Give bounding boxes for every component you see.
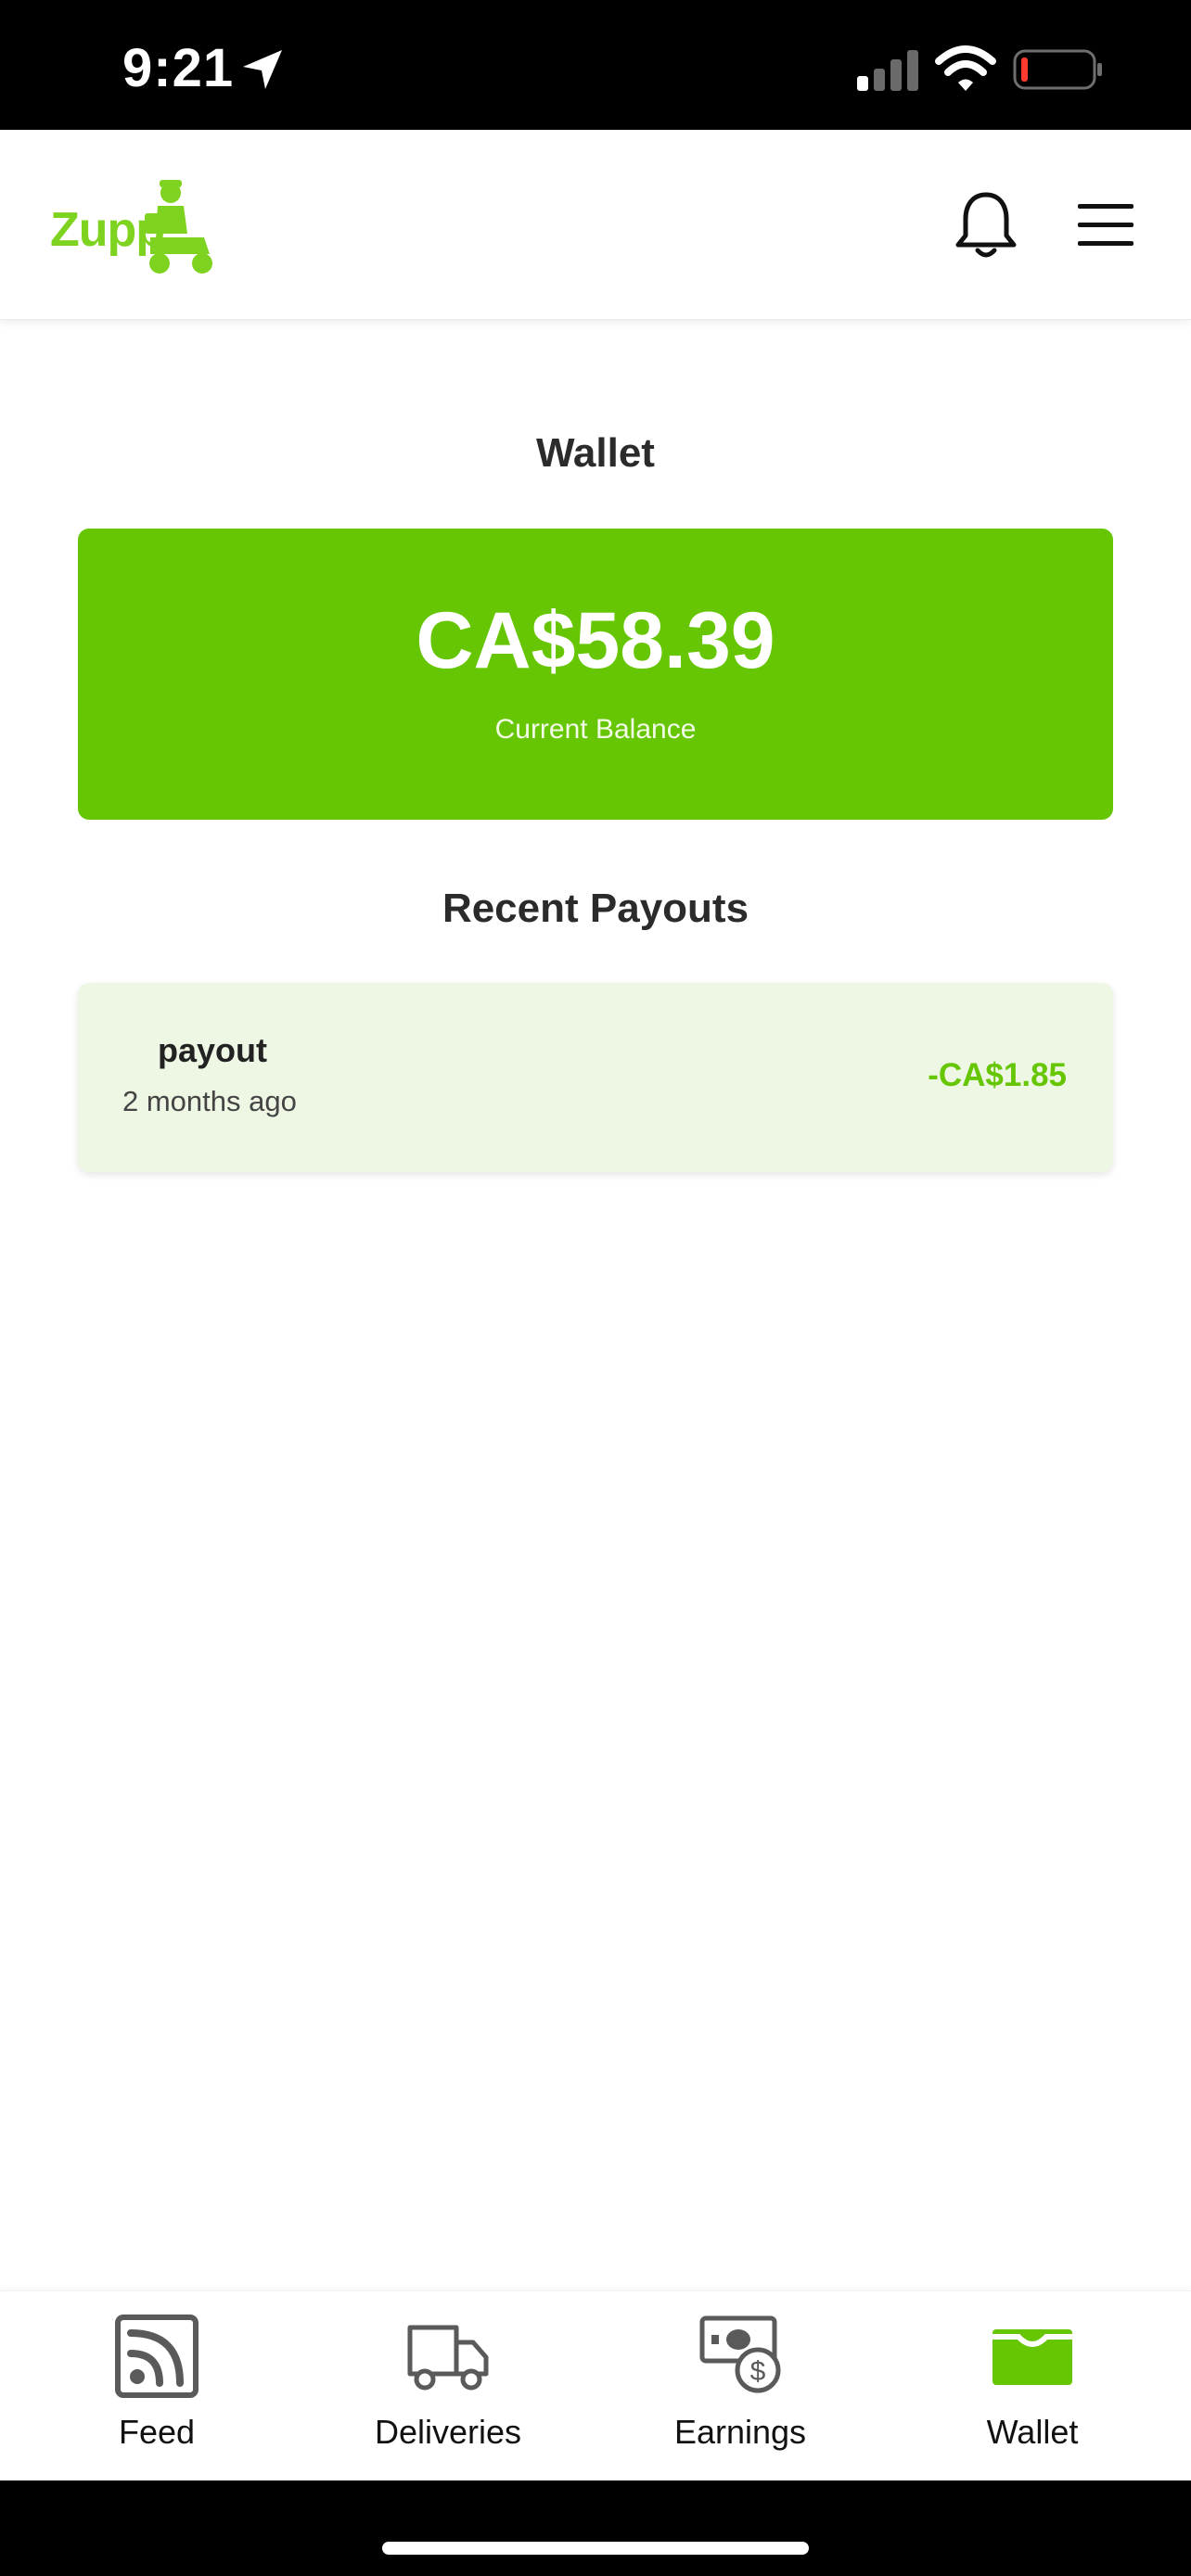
bell-icon[interactable] — [954, 189, 1018, 261]
wifi-icon — [935, 45, 996, 91]
tab-label-earnings: Earnings — [673, 2413, 807, 2451]
money-bill-icon: $ — [699, 2315, 781, 2393]
delivery-scooter-icon — [145, 180, 212, 274]
payout-list-item[interactable]: payout 2 months ago -CA$1.85 — [78, 983, 1113, 1172]
wallet-icon — [992, 2329, 1072, 2385]
tab-wallet[interactable]: Wallet — [918, 2309, 1141, 2467]
payout-type: payout — [158, 1031, 268, 1069]
tab-feed[interactable]: Feed — [43, 2309, 265, 2467]
balance-card: CA$58.39 Current Balance — [78, 529, 1113, 820]
rss-feed-icon — [115, 2315, 198, 2398]
cellular-signal-icon — [857, 50, 918, 91]
home-bar — [0, 2480, 1191, 2576]
home-indicator[interactable] — [382, 2542, 809, 2555]
location-arrow-icon — [243, 50, 282, 89]
balance-label: Current Balance — [494, 714, 697, 745]
tab-deliveries[interactable]: Deliveries — [334, 2309, 557, 2467]
tab-label-wallet: Wallet — [986, 2413, 1079, 2451]
tab-earnings[interactable]: $ Earnings — [626, 2309, 849, 2467]
battery-low-icon — [1013, 49, 1102, 90]
payout-amount: -CA$1.85 — [928, 1057, 1067, 1093]
hamburger-menu-icon[interactable] — [1076, 198, 1135, 250]
balance-amount: CA$58.39 — [416, 596, 775, 685]
tab-label-deliveries: Deliveries — [374, 2413, 522, 2451]
tab-label-feed: Feed — [118, 2413, 196, 2451]
status-time: 9:21 — [122, 38, 235, 98]
truck-icon — [407, 2325, 489, 2391]
zupp-logo[interactable]: Zupp — [50, 176, 217, 278]
page-title: Wallet — [536, 430, 655, 476]
status-bar: 9:21 — [0, 0, 1191, 130]
payout-time: 2 months ago — [122, 1085, 297, 1117]
recent-payouts-heading: Recent Payouts — [442, 886, 749, 931]
svg-text:$: $ — [750, 2356, 766, 2387]
